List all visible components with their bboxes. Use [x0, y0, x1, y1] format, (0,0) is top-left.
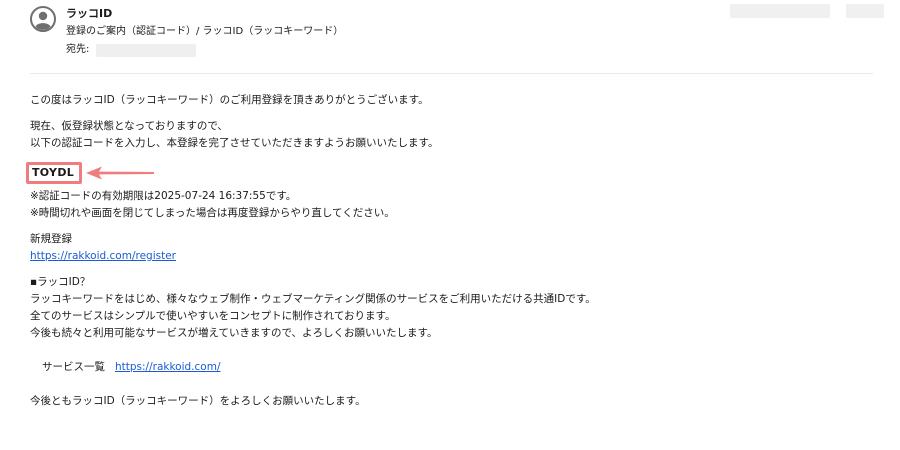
greeting-text: この度はラッコID（ラッコキーワード）のご利用登録を頂きありがとうございます。 [30, 94, 429, 106]
status-text-line-1: 現在、仮登録状態となっておりますので、 [30, 120, 228, 132]
retry-note: ※時間切れや画面を閉じてしまった場合は再度登録からやり直してください。 [30, 207, 395, 219]
recipient-row: 宛先: [66, 42, 196, 58]
email-header: ラッコID 登録のご案内（認証コード）/ ラッコID（ラッコキーワード） 宛先: [30, 6, 890, 66]
sender-name: ラッコID [66, 7, 113, 20]
arrow-left-icon [86, 166, 154, 180]
redacted-recipient [96, 44, 196, 57]
services-link[interactable]: https://rakkoid.com/ [115, 361, 220, 373]
header-divider [30, 73, 873, 74]
about-line-1: ラッコキーワードをはじめ、様々なウェブ制作・ウェブマーケティング関係のサービスを… [30, 293, 596, 305]
auth-code: TOYDL [32, 166, 75, 179]
expiry-note: ※認証コードの有効期限は2025-07-24 16:37:55です。 [30, 190, 297, 202]
recipient-label: 宛先: [66, 44, 90, 55]
email-subject: 登録のご案内（認証コード）/ ラッコID（ラッコキーワード） [66, 26, 344, 37]
email-body: この度はラッコID（ラッコキーワード）のご利用登録を頂きありがとうございます。 … [26, 92, 890, 410]
services-label: サービス一覧 [42, 361, 105, 373]
auth-code-row: TOYDL [26, 162, 890, 188]
closing-text: 今後ともラッコID（ラッコキーワード）をよろしくお願いいたします。 [30, 395, 366, 407]
about-line-2: 全てのサービスはシンプルで使いやすいをコンセプトに制作されております。 [30, 310, 396, 322]
register-label: 新規登録 [30, 233, 72, 245]
status-text-line-2: 以下の認証コードを入力し、本登録を完了させていただきますようお願いいたします。 [30, 137, 439, 149]
register-link[interactable]: https://rakkoid.com/register [30, 250, 176, 262]
about-line-3: 今後も続々と利用可能なサービスが増えていきますので、よろしくお願いいたします。 [30, 327, 438, 339]
services-row: サービス一覧 https://rakkoid.com/ [30, 359, 890, 376]
about-heading: ▪ラッコID？ [30, 276, 91, 288]
user-avatar-icon [30, 6, 56, 32]
